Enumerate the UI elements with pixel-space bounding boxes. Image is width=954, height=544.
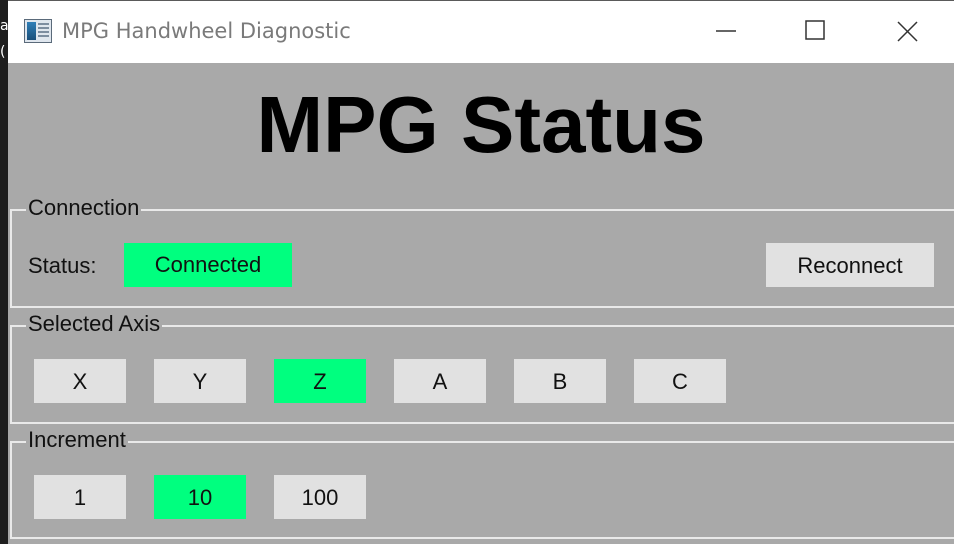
selected-axis-group: Selected Axis X Y Z A B C xyxy=(10,311,954,424)
increment-group-label: Increment xyxy=(26,427,128,453)
connection-group-label: Connection xyxy=(26,195,142,221)
axis-button-a[interactable]: A xyxy=(394,359,486,403)
increment-group: Increment 1 10 100 xyxy=(10,427,954,539)
minimize-button[interactable] xyxy=(710,11,750,51)
window-title: MPG Handwheel Diagnostic xyxy=(62,19,351,43)
title-bar[interactable]: MPG Handwheel Diagnostic xyxy=(8,1,954,63)
axis-button-c[interactable]: C xyxy=(634,359,726,403)
reconnect-button[interactable]: Reconnect xyxy=(766,243,934,287)
increment-button-1[interactable]: 1 xyxy=(34,475,126,519)
app-window-icon[interactable] xyxy=(24,19,52,43)
connection-status-indicator: Connected xyxy=(124,243,292,287)
close-button[interactable] xyxy=(888,11,928,51)
maximize-icon xyxy=(805,20,825,40)
background-window-edge: a ( xyxy=(0,0,9,544)
increment-button-100[interactable]: 100 xyxy=(274,475,366,519)
axis-button-x[interactable]: X xyxy=(34,359,126,403)
connection-group: Connection Status: Connected Reconnect xyxy=(10,195,954,308)
minimize-icon xyxy=(716,30,736,32)
status-label: Status: xyxy=(28,253,97,278)
selected-axis-group-label: Selected Axis xyxy=(26,311,163,337)
close-icon xyxy=(897,21,918,42)
increment-button-10[interactable]: 10 xyxy=(154,475,246,519)
page-title: MPG Status xyxy=(256,80,706,169)
app-window: MPG Handwheel Diagnostic MPG Status Conn… xyxy=(8,0,954,544)
axis-button-z[interactable]: Z xyxy=(274,359,366,403)
background-text-fragment: ( xyxy=(0,44,6,60)
axis-button-b[interactable]: B xyxy=(514,359,606,403)
maximize-button[interactable] xyxy=(796,11,836,51)
axis-button-y[interactable]: Y xyxy=(154,359,246,403)
